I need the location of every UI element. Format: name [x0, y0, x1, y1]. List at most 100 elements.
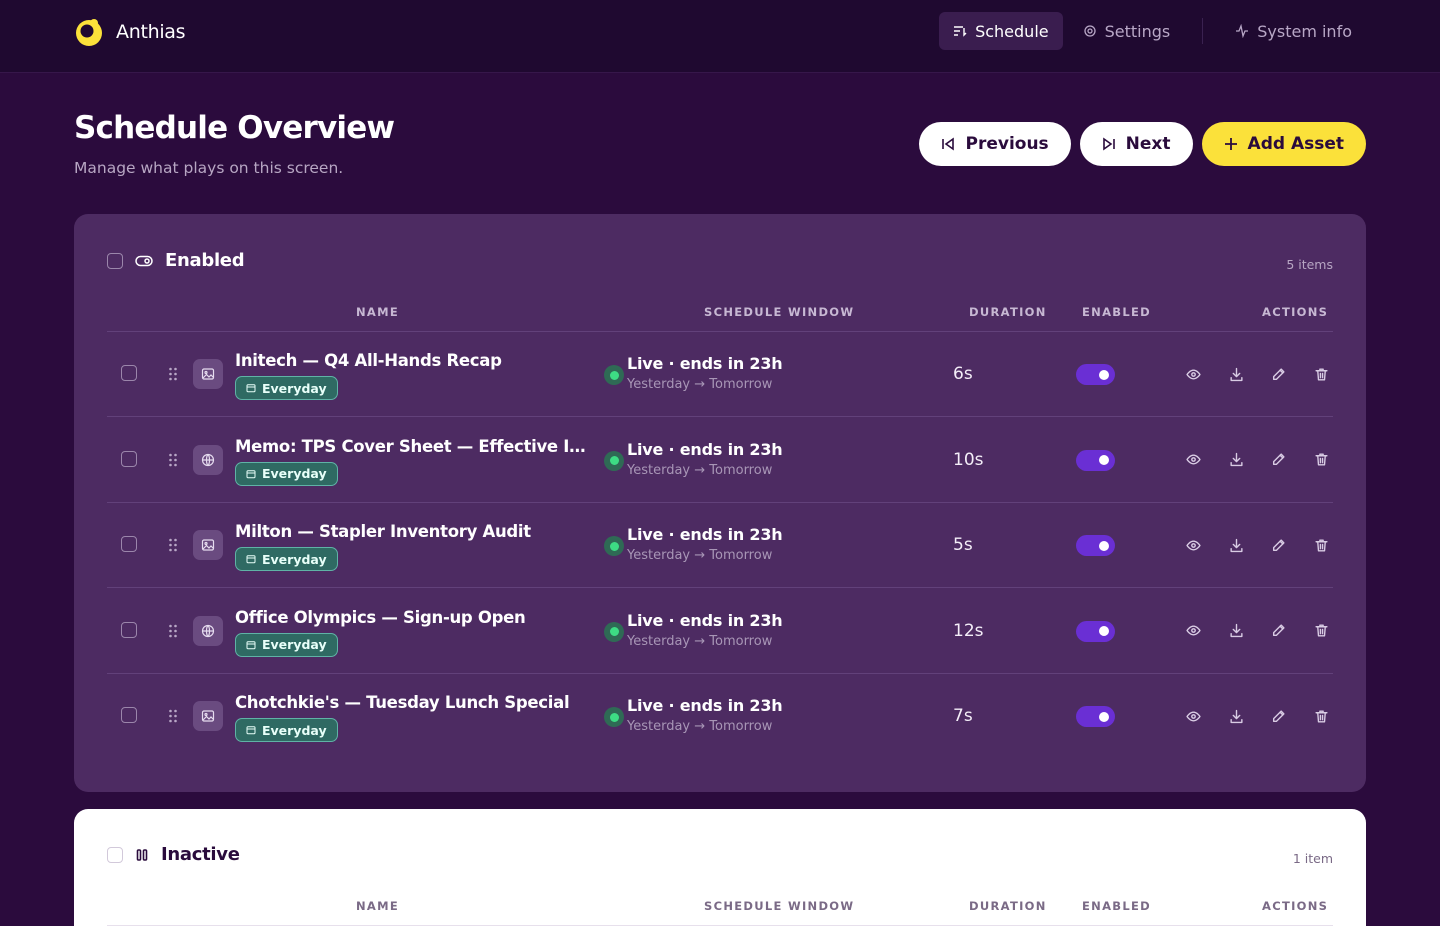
- download-icon: [1229, 623, 1243, 638]
- table-row[interactable]: Memo: TPS Cover Sheet — Effective Immedi…: [107, 418, 1333, 503]
- preview-button[interactable]: [1185, 708, 1201, 724]
- table-row[interactable]: Milton — Stapler Inventory Audit Everyday…: [107, 503, 1333, 588]
- live-status-dot: [604, 365, 624, 385]
- next-button[interactable]: Next: [1079, 122, 1193, 166]
- asset-name[interactable]: Initech — Q4 All-Hands Recap: [235, 351, 587, 370]
- drag-handle-icon[interactable]: [167, 366, 179, 382]
- calendar-icon: [246, 640, 256, 649]
- row-checkbox[interactable]: [121, 707, 137, 723]
- live-status: Live · ends in 23h: [627, 610, 783, 630]
- edit-button[interactable]: [1270, 537, 1286, 553]
- top-navbar: Anthias Schedule Settings System info: [0, 0, 1440, 73]
- nav-settings[interactable]: Settings: [1069, 12, 1185, 50]
- edit-button[interactable]: [1270, 623, 1286, 639]
- column-duration: DURATION: [969, 305, 1047, 319]
- add-asset-button[interactable]: Add Asset: [1201, 122, 1366, 166]
- download-button[interactable]: [1228, 366, 1244, 382]
- preview-button[interactable]: [1185, 366, 1201, 382]
- main-nav: Schedule Settings System info: [939, 12, 1366, 50]
- inactive-panel: Inactive 1 item NAME SCHEDULE WINDOW DUR…: [74, 809, 1366, 926]
- previous-label: Previous: [965, 134, 1049, 154]
- delete-button[interactable]: [1313, 537, 1329, 553]
- delete-button[interactable]: [1313, 708, 1329, 724]
- header-actions: Previous Next Add Asset: [919, 122, 1366, 166]
- live-status-dot: [604, 450, 624, 471]
- delete-button[interactable]: [1313, 452, 1329, 468]
- enabled-toggle[interactable]: [1076, 449, 1115, 471]
- enabled-toggle[interactable]: [1076, 535, 1115, 556]
- enabled-panel-header: Enabled: [107, 250, 245, 271]
- anthias-logo-icon: [76, 19, 102, 46]
- download-icon: [1229, 709, 1243, 723]
- trash-icon: [1314, 538, 1328, 552]
- eye-icon: [1185, 625, 1201, 636]
- schedule-range: Yesterday → Tomorrow: [627, 377, 773, 392]
- enabled-toggle[interactable]: [1076, 364, 1115, 385]
- schedule-icon: [954, 26, 967, 37]
- drag-handle-icon[interactable]: [167, 537, 179, 553]
- edit-button[interactable]: [1270, 708, 1286, 724]
- eye-icon: [1185, 711, 1201, 721]
- drag-handle-icon[interactable]: [167, 452, 179, 468]
- edit-button[interactable]: [1270, 366, 1286, 382]
- row-checkbox[interactable]: [121, 536, 137, 552]
- inactive-panel-header: Inactive: [107, 844, 240, 865]
- schedule-badge: Everyday: [235, 376, 338, 400]
- asset-name[interactable]: Milton — Stapler Inventory Audit: [235, 522, 587, 541]
- table-row[interactable]: Chotchkie's — Tuesday Lunch Special Every…: [107, 674, 1333, 759]
- pencil-icon: [1272, 709, 1285, 722]
- delete-button[interactable]: [1313, 623, 1329, 639]
- row-checkbox[interactable]: [121, 365, 137, 381]
- column-actions: ACTIONS: [1262, 899, 1329, 913]
- row-checkbox[interactable]: [121, 621, 137, 638]
- table-row[interactable]: Office Olympics — Sign-up Open Everyday Li…: [107, 589, 1333, 674]
- skip-back-icon: [942, 137, 955, 151]
- schedule-badge: Everyday: [235, 547, 338, 571]
- preview-button[interactable]: [1185, 623, 1201, 639]
- download-button[interactable]: [1228, 452, 1244, 468]
- calendar-icon: [246, 555, 256, 564]
- preview-button[interactable]: [1185, 537, 1201, 553]
- select-all-enabled-checkbox[interactable]: [107, 252, 123, 269]
- enabled-panel: Enabled 5 items NAME SCHEDULE WINDOW DUR…: [74, 214, 1366, 792]
- schedule-range: Yesterday → Tomorrow: [627, 548, 773, 563]
- page-subtitle: Manage what plays on this screen.: [74, 159, 344, 177]
- table-row[interactable]: Initech — Q4 All-Hands Recap Everyday Live…: [107, 332, 1333, 417]
- brand-name: Anthias: [116, 21, 186, 43]
- edit-button[interactable]: [1270, 452, 1286, 468]
- page-title: Schedule Overview: [74, 110, 395, 146]
- asset-name[interactable]: Office Olympics — Sign-up Open: [235, 608, 587, 627]
- schedule-badge: Everyday: [235, 718, 338, 742]
- calendar-icon: [246, 384, 256, 393]
- trash-icon: [1314, 367, 1328, 381]
- asset-name[interactable]: Memo: TPS Cover Sheet — Effective Immedi…: [235, 437, 587, 456]
- previous-button[interactable]: Previous: [919, 122, 1071, 166]
- pencil-icon: [1272, 538, 1285, 551]
- asset-name[interactable]: Chotchkie's — Tuesday Lunch Special: [235, 693, 587, 712]
- download-button[interactable]: [1228, 623, 1244, 639]
- download-button[interactable]: [1228, 708, 1244, 724]
- toggle-icon: [135, 255, 153, 266]
- select-all-inactive-checkbox[interactable]: [107, 846, 123, 863]
- asset-type: [193, 615, 223, 646]
- trash-icon: [1314, 709, 1328, 723]
- duration-value: 12s: [953, 620, 984, 641]
- enabled-toggle[interactable]: [1076, 706, 1115, 727]
- nav-schedule[interactable]: Schedule: [939, 12, 1063, 50]
- nav-divider: [1202, 18, 1204, 44]
- brand[interactable]: Anthias: [74, 17, 186, 47]
- inactive-item-count: 1 item: [1292, 851, 1333, 866]
- download-button[interactable]: [1228, 537, 1244, 553]
- delete-button[interactable]: [1313, 366, 1329, 382]
- pencil-icon: [1272, 367, 1285, 380]
- drag-handle-icon[interactable]: [167, 623, 179, 639]
- asset-type: [193, 530, 223, 560]
- row-checkbox[interactable]: [121, 450, 137, 467]
- globe-icon: [201, 453, 215, 467]
- drag-handle-icon[interactable]: [167, 708, 179, 724]
- trash-icon: [1314, 624, 1328, 637]
- inactive-section-title: Inactive: [161, 844, 240, 865]
- enabled-toggle[interactable]: [1076, 620, 1115, 642]
- nav-system-info[interactable]: System info: [1221, 12, 1366, 50]
- preview-button[interactable]: [1185, 452, 1201, 468]
